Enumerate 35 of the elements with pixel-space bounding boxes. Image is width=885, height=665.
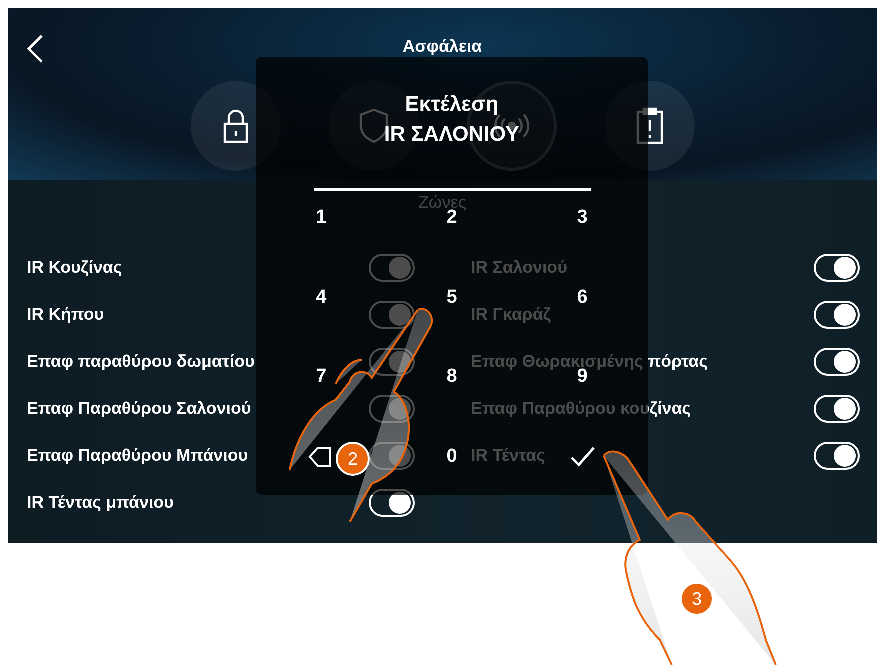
dialog-title: Εκτέλεση <box>404 92 500 118</box>
confirm-key[interactable] <box>570 446 596 468</box>
zone-label: IR Τέντας <box>471 446 546 466</box>
digit-key[interactable]: 7 <box>306 362 337 392</box>
zone-label: Επαφ Παραθύρου Σαλονιού <box>27 398 252 418</box>
zone-label: IR Τέντας μπάνιου <box>27 492 174 512</box>
zone-label: Επαφ Θωρακισμένης πόρτας <box>471 352 708 370</box>
toggle-switch[interactable] <box>814 300 860 328</box>
check-icon <box>570 446 596 468</box>
digit-key[interactable]: 8 <box>436 362 468 392</box>
digit-key[interactable]: 3 <box>567 203 598 233</box>
zone-label: IR Κουζίνας <box>27 258 122 278</box>
digit-key[interactable]: 1 <box>306 203 337 233</box>
section-title: Ζώνες <box>418 193 466 212</box>
back-icon[interactable] <box>26 34 44 64</box>
zone-label: Επαφ Παραθύρου Μπάνιου <box>27 446 248 466</box>
backspace-key[interactable] <box>308 446 332 468</box>
digit-key[interactable]: 4 <box>306 282 337 312</box>
zone-label: IR Σαλονιού <box>471 258 568 278</box>
toggle-switch[interactable] <box>814 254 860 282</box>
toggle-switch[interactable] <box>814 442 860 470</box>
zone-label: Επαφ παραθύρου δωματίου <box>27 352 255 372</box>
zone-label: Επαφ Παραθύρου κουζίνας <box>471 398 692 418</box>
step-badge: 3 <box>680 582 714 616</box>
toggle-switch[interactable] <box>814 394 860 422</box>
toggle-switch[interactable] <box>814 348 860 376</box>
digit-key[interactable]: 6 <box>567 282 598 312</box>
zone-label: IR Κήπου <box>27 304 104 324</box>
screen-title: Ασφάλεια <box>402 37 482 57</box>
digit-key[interactable]: 5 <box>436 282 468 312</box>
lock-icon <box>222 108 248 144</box>
dialog-title: IR ΣΑΛΟΝΙΟΥ <box>384 122 520 148</box>
backspace-icon <box>308 446 332 468</box>
zone-label: IR Γκαράζ <box>471 304 552 324</box>
digit-key[interactable]: 0 <box>436 442 468 472</box>
